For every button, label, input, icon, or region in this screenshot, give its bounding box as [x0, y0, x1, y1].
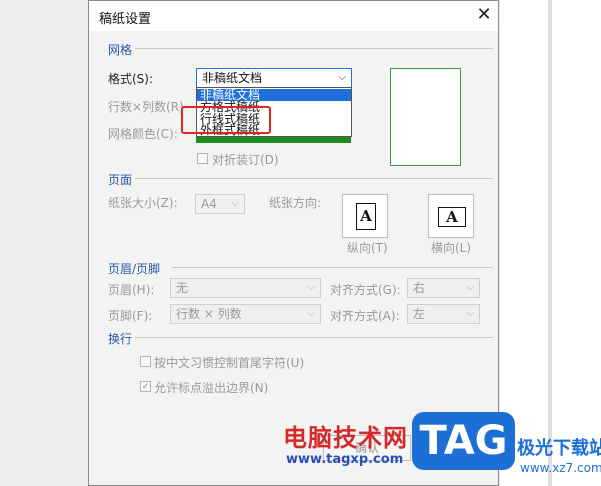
grid-section-divider: [135, 48, 493, 49]
paper-size-select[interactable]: A4 ⌵: [195, 194, 245, 214]
chevron-down-icon: ⌵: [466, 282, 474, 293]
dropdown-option[interactable]: 非稿纸文档: [197, 89, 351, 101]
header-label: 页眉(H):: [108, 283, 155, 297]
format-select-value: 非稿纸文档: [202, 71, 263, 85]
page-section-title: 页面: [108, 173, 133, 187]
header-footer-divider: [172, 267, 493, 268]
footer-label: 页脚(F):: [108, 309, 153, 323]
close-icon[interactable]: ✕: [473, 4, 495, 26]
paper-size-value: A4: [201, 197, 217, 211]
chinese-rules-checkbox[interactable]: [140, 356, 151, 367]
grid-color-swatch[interactable]: [196, 137, 351, 143]
background-document-area: [500, 0, 601, 486]
footer-select[interactable]: 行数 × 列数 ⌵: [170, 304, 321, 324]
footer-align-select[interactable]: 左 ⌵: [407, 304, 480, 324]
chevron-down-icon: ⌵: [231, 198, 239, 209]
watermark-site-url: www.tagxp.com: [286, 452, 404, 467]
grid-color-label: 网格颜色(C):: [108, 127, 178, 141]
paper-size-label: 纸张大小(Z):: [108, 196, 178, 210]
line-break-divider: [135, 337, 493, 338]
landscape-button[interactable]: A: [428, 194, 474, 238]
footer-align-value: 左: [413, 307, 426, 321]
chevron-down-icon: ⌵: [466, 308, 474, 319]
highlight-box: [181, 106, 271, 134]
chevron-down-icon: ⌵: [338, 72, 346, 83]
header-footer-section-title: 页眉/页脚: [108, 262, 161, 276]
landscape-label: 横向(L): [431, 241, 472, 255]
watermark-logo: TAG: [412, 412, 515, 470]
watermark-site-name: 电脑技术网: [283, 424, 408, 452]
line-break-section-title: 换行: [108, 332, 133, 346]
grid-preview: [390, 68, 461, 166]
punctuation-overflow-label: 允许标点溢出边界(N): [154, 381, 269, 395]
rows-cols-label: 行数×列数(R): [108, 100, 184, 114]
format-select[interactable]: 非稿纸文档 ⌵: [196, 68, 352, 88]
dialog-titlebar: 稿纸设置 ✕: [89, 1, 498, 31]
grid-section-title: 网格: [108, 43, 133, 57]
header-align-select[interactable]: 右 ⌵: [407, 278, 480, 298]
header-align-value: 右: [413, 281, 426, 295]
portrait-label: 纵向(T): [347, 241, 388, 255]
fold-binding-label: 对折装订(D): [212, 153, 279, 167]
chinese-rules-label: 按中文习惯控制首尾字符(U): [154, 356, 305, 370]
chevron-down-icon: ⌵: [307, 308, 315, 319]
footer-align-label: 对齐方式(A):: [330, 309, 400, 323]
watermark-site-name-2: 极光下载站: [517, 438, 601, 459]
dialog-title: 稿纸设置: [99, 12, 152, 27]
format-label: 格式(S):: [108, 72, 154, 86]
orientation-label: 纸张方向:: [269, 196, 322, 210]
header-value: 无: [176, 281, 189, 295]
landscape-page-icon: A: [438, 207, 466, 227]
fold-binding-checkbox[interactable]: [197, 153, 208, 164]
portrait-page-icon: A: [356, 203, 376, 230]
watermark-site-url-2: www.xz7.com: [520, 461, 601, 475]
portrait-button[interactable]: A: [342, 194, 388, 238]
punctuation-overflow-checkbox[interactable]: ✓: [140, 381, 151, 392]
chevron-down-icon: ⌵: [307, 282, 315, 293]
header-select[interactable]: 无 ⌵: [170, 278, 321, 298]
header-align-label: 对齐方式(G):: [330, 283, 401, 297]
page-section-divider: [135, 178, 493, 179]
footer-value: 行数 × 列数: [176, 307, 242, 321]
background-stripe: [548, 0, 552, 486]
